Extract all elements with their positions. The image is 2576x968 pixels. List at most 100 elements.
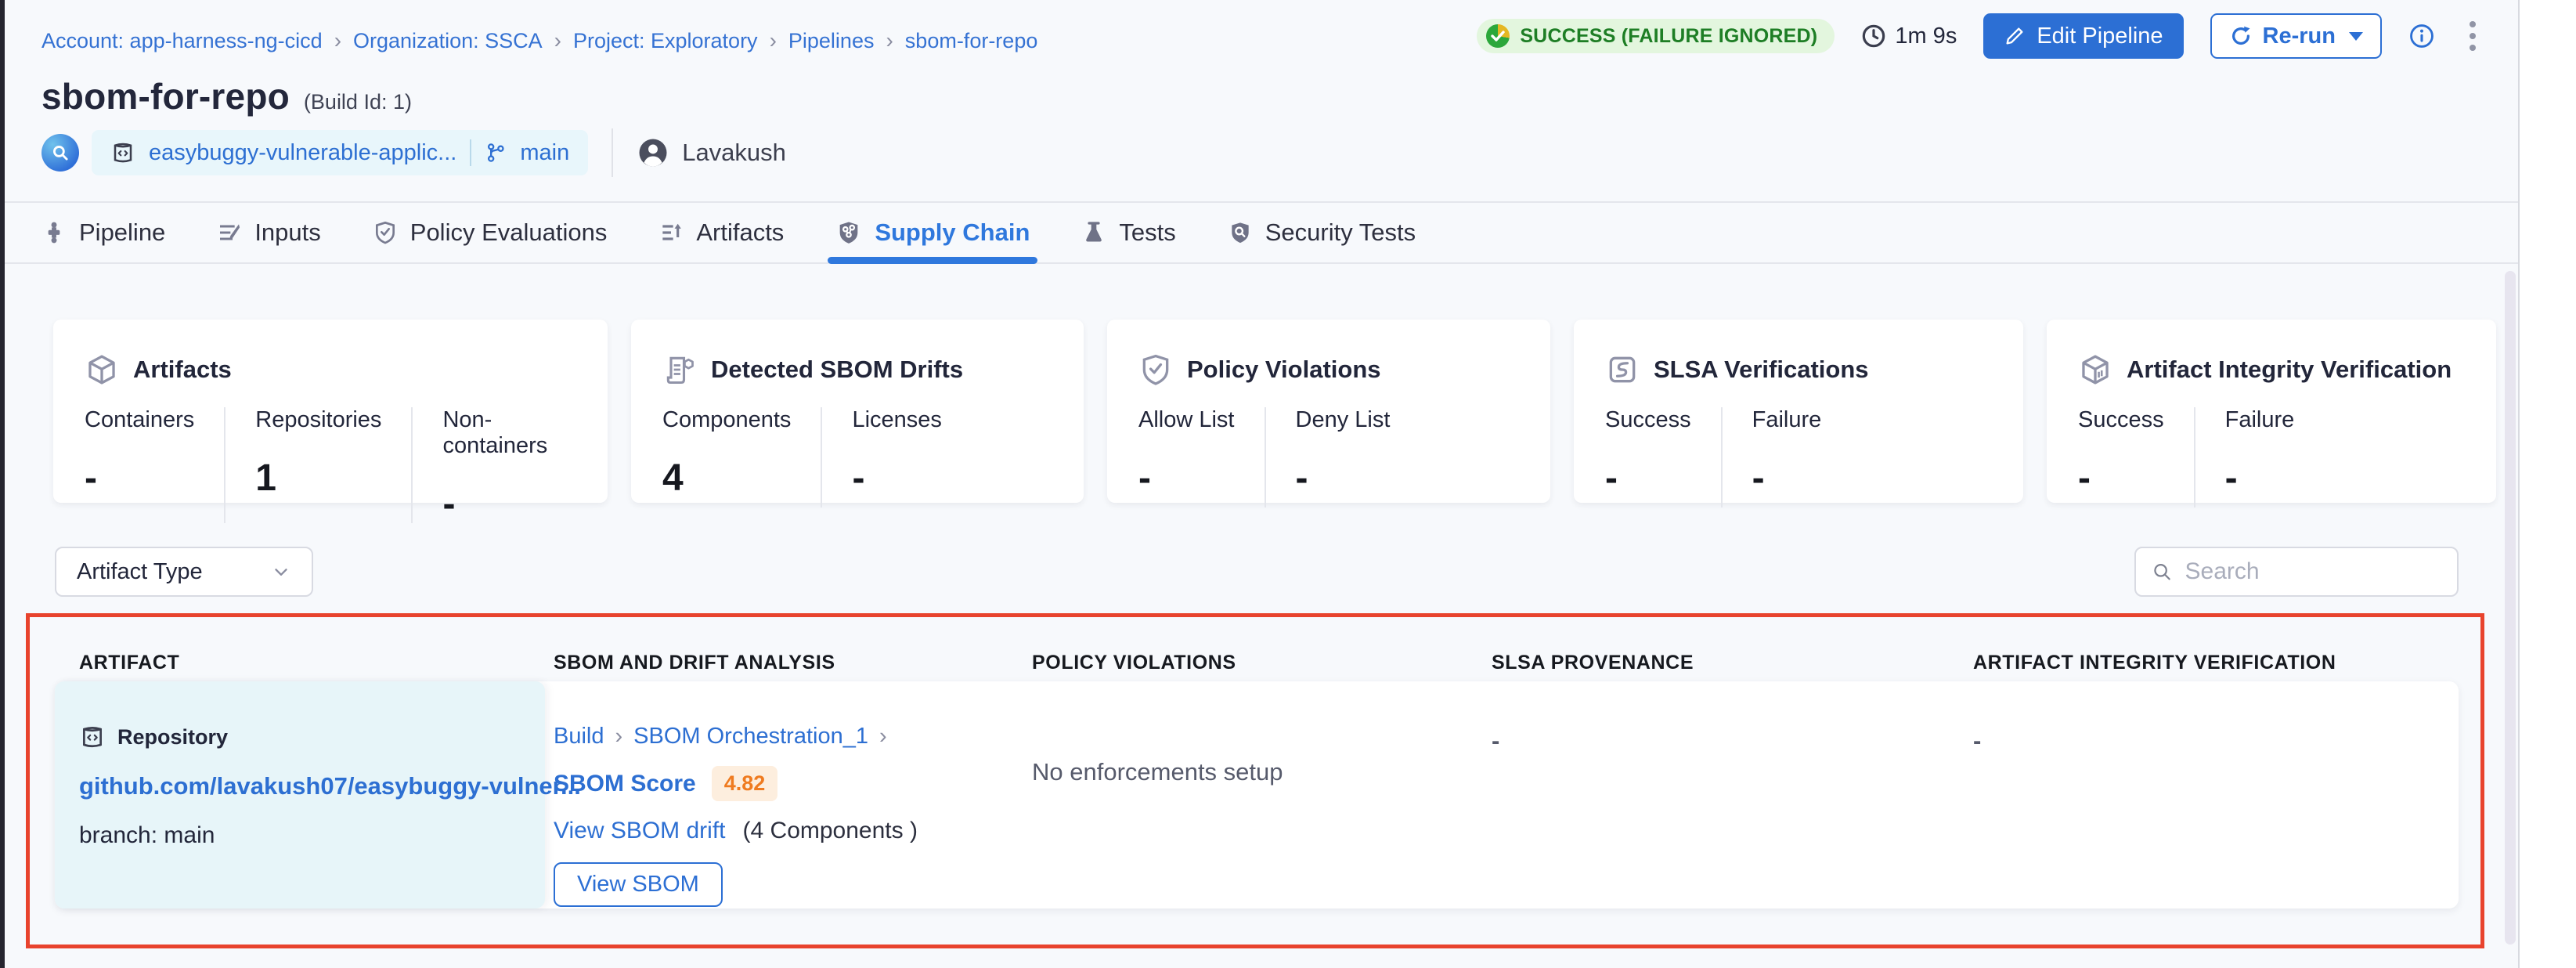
sbom-score-link[interactable]: SBOM Score [554,771,696,797]
stat-repositories: Repositories1 [224,407,411,523]
search-input[interactable] [2185,558,2441,585]
shield-check-icon [373,220,398,245]
slsa-icon [1605,352,1640,387]
slsa-provenance-cell: - [1492,727,1499,755]
nav-edge [0,0,5,968]
tab-supply-chain[interactable]: Supply Chain [835,203,1030,262]
breadcrumb-separator: › [770,28,777,53]
stat-slsa-failure: Failure- [1721,407,1852,507]
col-artifact: ARTIFACT [79,652,554,674]
tab-label: Security Tests [1265,219,1416,247]
sbom-drift-row: View SBOM drift (4 Components ) [554,818,918,844]
sbom-breadcrumb: Build › SBOM Orchestration_1 › [554,724,918,749]
breadcrumb-separator: › [615,724,623,749]
tab-label: Inputs [254,219,320,247]
stat-integrity-failure: Failure- [2194,407,2325,507]
tab-label: Policy Evaluations [410,219,608,247]
tab-policy-evaluations[interactable]: Policy Evaluations [373,203,608,262]
rerun-button[interactable]: Re-run [2210,13,2382,59]
status-badge: SUCCESS (FAILURE IGNORED) [1477,19,1835,53]
inputs-icon [217,220,242,245]
tab-pipeline[interactable]: Pipeline [41,203,165,262]
build-id: (Build Id: 1) [304,90,412,114]
cube-icon [85,352,119,387]
info-icon[interactable] [2408,23,2435,49]
pipeline-icon [41,220,67,245]
tab-artifacts[interactable]: Artifacts [658,203,784,262]
breadcrumb-organization[interactable]: Organization: SSCA [353,29,543,53]
card-title: Artifacts [133,356,232,384]
rerun-label: Re-run [2263,23,2336,49]
breadcrumb-separator: › [554,28,561,53]
view-sbom-button[interactable]: View SBOM [554,862,723,907]
shield-search-icon [1228,220,1253,245]
card-slsa-verifications: SLSA Verifications Success- Failure- [1574,320,2023,503]
artifact-repo-link[interactable]: github.com/lavakush07/easybuggy-vulner..… [79,772,521,800]
card-title: Detected SBOM Drifts [711,356,963,384]
duration-text: 1m 9s [1895,23,1957,49]
card-artifact-integrity: Artifact Integrity Verification Success-… [2047,320,2496,503]
stat-integrity-success: Success- [2078,407,2194,507]
breadcrumb-project[interactable]: Project: Exploratory [573,29,758,53]
table-row: Repository github.com/lavakush07/easybug… [55,681,2459,908]
sbom-score-row: SBOM Score 4.82 [554,766,918,801]
artifact-type-dropdown[interactable]: Artifact Type [55,547,313,597]
status-text: SUCCESS (FAILURE IGNORED) [1520,25,1817,48]
policy-violations-cell: No enforcements setup [1032,758,1283,786]
vertical-scrollbar[interactable] [2505,271,2516,945]
artifact-integrity-cell: - [1973,727,1981,755]
breadcrumb-pipeline-name[interactable]: sbom-for-repo [905,29,1038,53]
tab-security-tests[interactable]: Security Tests [1228,203,1416,262]
card-artifacts: Artifacts Containers- Repositories1 Non-… [53,320,608,503]
right-gutter [2518,0,2576,968]
breadcrumb-separator: › [886,28,893,53]
artifact-branch: branch: main [79,822,521,849]
breadcrumb-account[interactable]: Account: app-harness-ng-cicd [41,29,323,53]
active-tab-indicator [828,257,1037,264]
page-title: sbom-for-repo [41,75,290,117]
sbom-cell: Build › SBOM Orchestration_1 › SBOM Scor… [554,724,918,907]
more-options-icon[interactable] [2462,16,2484,56]
stat-slsa-success: Success- [1605,407,1721,507]
repo-pill[interactable]: easybuggy-vulnerable-applic... main [92,130,588,175]
pill-divider [470,139,471,166]
chevron-down-icon [271,562,291,582]
success-check-icon [1486,24,1510,48]
repository-icon [110,140,135,165]
shield-check-icon [1138,352,1173,387]
divider [612,128,613,177]
tab-label: Pipeline [79,219,165,247]
filter-row: Artifact Type [55,547,2459,597]
header-actions: SUCCESS (FAILURE IGNORED) 1m 9s Edit Pip… [1477,13,2484,60]
tab-label: Artifacts [696,219,784,247]
artifact-cell: Repository github.com/lavakush07/easybug… [55,681,545,908]
card-title: SLSA Verifications [1654,356,1869,384]
title-row: sbom-for-repo (Build Id: 1) [41,75,412,117]
artifacts-icon [658,220,684,245]
stat-components: Components4 [662,407,821,507]
artifact-type-label: Artifact Type [77,559,203,585]
stat-deny-list: Deny List- [1265,407,1420,507]
view-sbom-drift-link[interactable]: View SBOM drift [554,818,726,844]
sbom-crumb-build[interactable]: Build [554,724,604,749]
tab-tests[interactable]: Tests [1081,203,1175,262]
breadcrumb-pipelines[interactable]: Pipelines [788,29,875,53]
repo-name[interactable]: easybuggy-vulnerable-applic... [149,140,456,166]
tab-inputs[interactable]: Inputs [217,203,320,262]
triggered-by-user: Lavakush [637,136,786,169]
pipeline-execution-icon [41,134,79,172]
table-header-row: ARTIFACT SBOM AND DRIFT ANALYSIS POLICY … [79,652,2459,674]
supply-chain-icon [835,219,862,246]
avatar [637,136,669,169]
breadcrumb-separator: › [879,724,887,749]
edit-pipeline-label: Edit Pipeline [2037,23,2163,49]
summary-cards: Artifacts Containers- Repositories1 Non-… [53,320,2496,503]
sbom-crumb-stage[interactable]: SBOM Orchestration_1 [633,724,868,749]
edit-pipeline-button[interactable]: Edit Pipeline [1983,13,2183,59]
branch-name[interactable]: main [520,140,569,166]
stat-non-containers: Non-containers- [411,407,592,523]
flask-icon [1081,220,1106,245]
sbom-score-badge: 4.82 [712,766,778,801]
rerun-icon [2229,24,2253,48]
search-box [2134,547,2459,597]
